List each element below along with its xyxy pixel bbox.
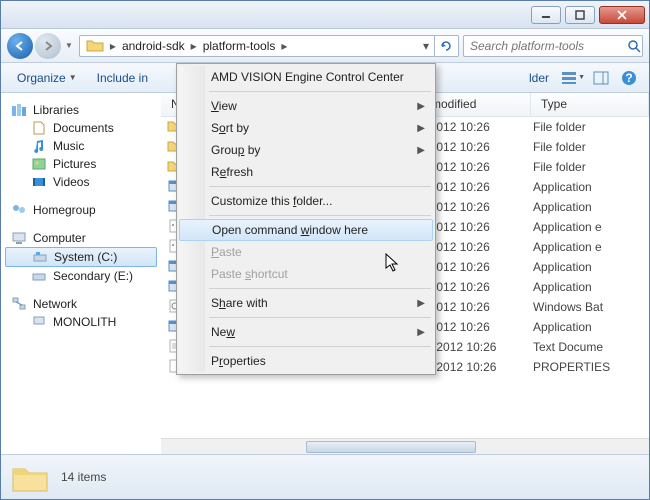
organize-button[interactable]: Organize ▼ — [9, 68, 85, 88]
file-type: Application — [533, 200, 592, 214]
navbar: ▼ ▸ android-sdk ▸ platform-tools ▸ ▾ — [1, 29, 649, 63]
menu-customize-folder[interactable]: Customize this folder... — [179, 190, 433, 212]
svg-text:?: ? — [625, 71, 632, 85]
preview-pane-button[interactable] — [589, 67, 613, 89]
chevron-right-icon[interactable]: ▸ — [279, 39, 289, 53]
search-box[interactable] — [463, 35, 643, 57]
sidebar-network-computer[interactable]: MONOLITH — [1, 313, 161, 331]
menu-view[interactable]: View▶ — [179, 95, 433, 117]
folder-icon — [11, 461, 49, 493]
help-button[interactable]: ? — [617, 67, 641, 89]
submenu-arrow-icon: ▶ — [417, 123, 425, 134]
sidebar-documents[interactable]: Documents — [1, 119, 161, 137]
menu-properties[interactable]: Properties — [179, 350, 433, 372]
sidebar-network[interactable]: Network — [1, 295, 161, 313]
menu-sort-by[interactable]: Sort by▶ — [179, 117, 433, 139]
menu-paste-shortcut: Paste shortcut — [179, 263, 433, 285]
sidebar-libraries[interactable]: Libraries — [1, 101, 161, 119]
chevron-right-icon[interactable]: ▸ — [189, 39, 199, 53]
file-type: Application — [533, 320, 592, 334]
computer-icon — [11, 231, 27, 245]
folder-icon — [86, 38, 104, 54]
search-icon — [627, 39, 641, 53]
breadcrumb-item[interactable]: platform-tools — [199, 36, 280, 56]
refresh-button[interactable] — [434, 35, 456, 57]
column-type[interactable]: Type — [531, 93, 649, 116]
file-type: Windows Bat — [533, 300, 603, 314]
homegroup-icon — [11, 203, 27, 217]
videos-icon — [31, 175, 47, 189]
menu-refresh[interactable]: Refresh — [179, 161, 433, 183]
minimize-button[interactable] — [531, 6, 561, 24]
menu-amd-control[interactable]: AMD VISION Engine Control Center — [179, 66, 433, 88]
drive-icon — [31, 269, 47, 283]
file-type: Application e — [533, 240, 602, 254]
sidebar-computer[interactable]: Computer — [1, 229, 161, 247]
sidebar-videos[interactable]: Videos — [1, 173, 161, 191]
file-type: Application — [533, 280, 592, 294]
nav-dropdown-icon[interactable]: ▼ — [63, 41, 75, 50]
maximize-button[interactable] — [565, 6, 595, 24]
file-type: Application — [533, 260, 592, 274]
status-text: 14 items — [61, 470, 106, 484]
file-type: File folder — [533, 120, 586, 134]
file-type: File folder — [533, 160, 586, 174]
file-type: Text Docume — [533, 340, 603, 354]
menu-new[interactable]: New▶ — [179, 321, 433, 343]
address-dropdown-icon[interactable]: ▾ — [418, 39, 434, 53]
chevron-right-icon[interactable]: ▸ — [108, 39, 118, 53]
pictures-icon — [31, 157, 47, 171]
menu-open-command-window[interactable]: Open command window here — [179, 219, 433, 241]
file-type: PROPERTIES — [533, 360, 610, 374]
nav-buttons: ▼ — [7, 33, 75, 59]
view-mode-button[interactable]: ▼ — [561, 67, 585, 89]
sidebar-pictures[interactable]: Pictures — [1, 155, 161, 173]
submenu-arrow-icon: ▶ — [417, 101, 425, 112]
breadcrumb-item[interactable]: android-sdk — [118, 36, 189, 56]
submenu-arrow-icon: ▶ — [417, 145, 425, 156]
sidebar-music[interactable]: Music — [1, 137, 161, 155]
sidebar-homegroup[interactable]: Homegroup — [1, 201, 161, 219]
menu-paste: Paste — [179, 241, 433, 263]
sidebar-secondary-drive[interactable]: Secondary (E:) — [1, 267, 161, 285]
submenu-arrow-icon: ▶ — [417, 298, 425, 309]
file-type: Application e — [533, 220, 602, 234]
search-input[interactable] — [470, 39, 627, 53]
music-icon — [31, 139, 47, 153]
document-icon — [31, 121, 47, 135]
menu-share-with[interactable]: Share with▶ — [179, 292, 433, 314]
scrollbar-thumb[interactable] — [306, 441, 476, 453]
file-type: Application — [533, 180, 592, 194]
titlebar — [1, 1, 649, 29]
sidebar-system-drive[interactable]: System (C:) — [5, 247, 157, 267]
drive-icon — [32, 250, 48, 264]
forward-button[interactable] — [35, 33, 61, 59]
computer-icon — [31, 315, 47, 329]
close-button[interactable] — [599, 6, 645, 24]
newfolder-button-partial[interactable]: lder — [521, 68, 557, 88]
network-icon — [11, 297, 27, 311]
horizontal-scrollbar[interactable] — [161, 438, 649, 454]
context-menu: AMD VISION Engine Control Center View▶ S… — [176, 63, 436, 375]
explorer-window: ▼ ▸ android-sdk ▸ platform-tools ▸ ▾ Org… — [0, 0, 650, 500]
libraries-icon — [11, 103, 27, 117]
include-button[interactable]: Include in — [89, 68, 156, 88]
back-button[interactable] — [7, 33, 33, 59]
file-type: File folder — [533, 140, 586, 154]
status-bar: 14 items — [1, 454, 649, 499]
submenu-arrow-icon: ▶ — [417, 327, 425, 338]
menu-group-by[interactable]: Group by▶ — [179, 139, 433, 161]
sidebar: Libraries Documents Music Pictures Video… — [1, 93, 161, 454]
address-bar[interactable]: ▸ android-sdk ▸ platform-tools ▸ ▾ — [79, 35, 459, 57]
